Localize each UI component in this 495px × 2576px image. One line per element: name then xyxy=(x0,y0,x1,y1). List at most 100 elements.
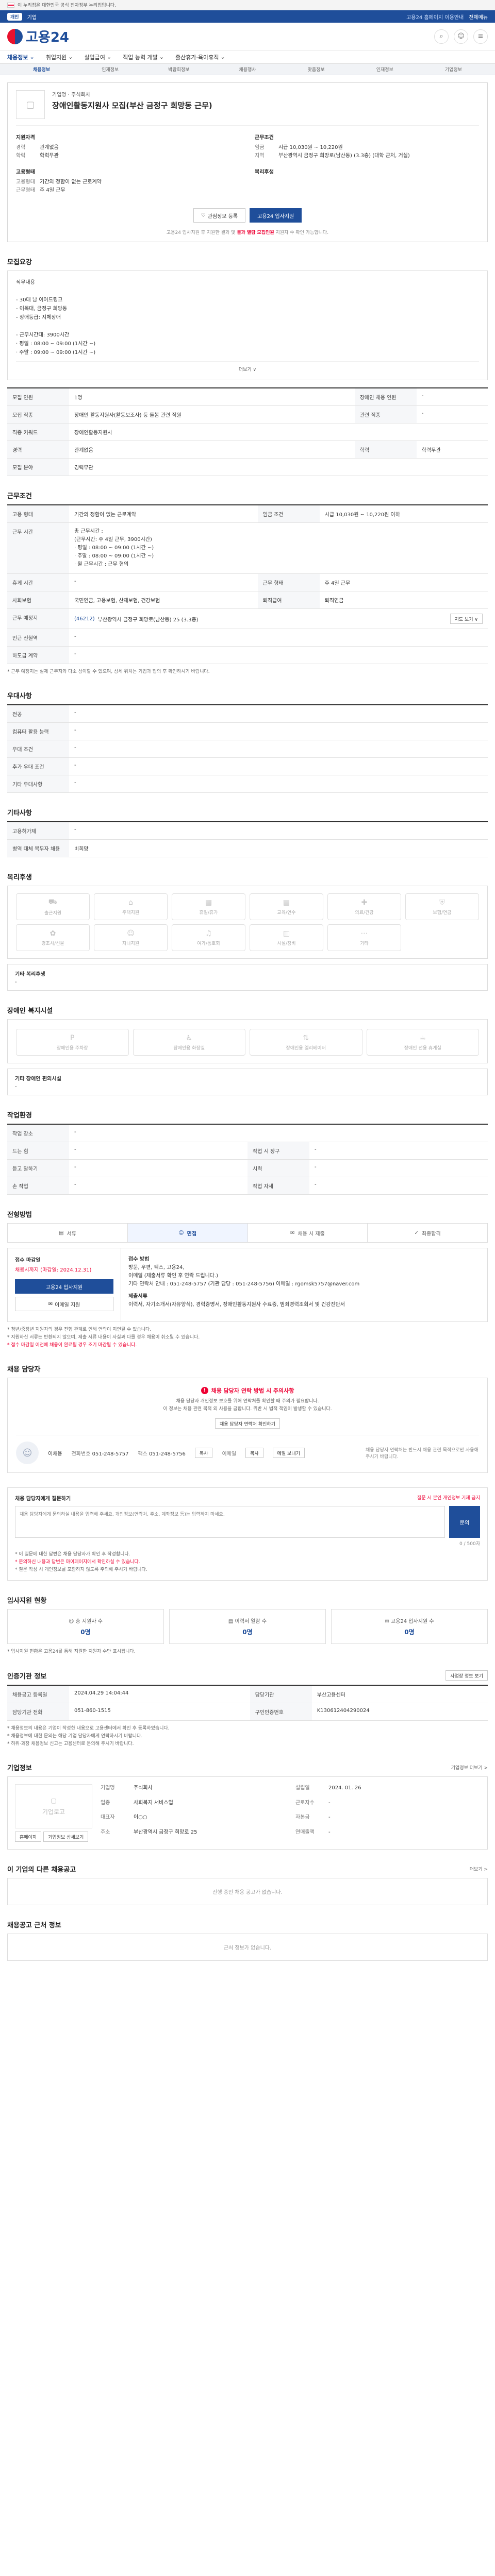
chevron-down-icon: ⌄ xyxy=(220,54,225,60)
step-item: ✉ 채용 시 제출 xyxy=(248,1224,368,1242)
contact-description: 채용 담당자 개인정보 보호를 위해 연락처를 확인할 때 주의가 필요합니다.… xyxy=(163,1399,332,1412)
copy-email-button[interactable]: 복사 xyxy=(245,1448,263,1458)
work-note: * 근무 예정지는 실제 근무지와 다소 상이할 수 있으며, 상세 위치는 기… xyxy=(7,669,210,674)
medical-icon: ✚ xyxy=(361,898,368,907)
inquiry-notes: * 이 질문에 대한 답변은 채용 담당자가 확인 후 작성합니다. * 문의하… xyxy=(15,1552,147,1572)
section-title: 작업환경 xyxy=(7,1112,32,1120)
summary-block-conditions: 근무조건 임금 시급 10,030원 ~ 10,220원 지역 부산광역시 금정구 … xyxy=(255,135,410,159)
section-title: 복리후생 xyxy=(7,874,32,882)
check-contact-button[interactable]: 채용 담당자 연락처 확인하기 xyxy=(215,1418,280,1429)
search-icon[interactable]: ⌕ xyxy=(434,29,449,44)
inquiry-warning: 질문 시 본인 개인정보 기재 금지 xyxy=(417,1496,480,1501)
stat-item: ▤ 이력서 열람 수 0명 xyxy=(169,1609,326,1644)
preference-table: 전공 - 컴퓨터 활용 능력 - 우대 조건 - 추가 우대 조건 - 기타 우대사항 - xyxy=(7,704,488,793)
full-menu-link[interactable]: 전체메뉴 xyxy=(469,13,488,21)
welfare-item: ▥ 시설/장비 xyxy=(250,924,323,951)
lounge-icon: ☕ xyxy=(419,1033,426,1042)
nearby-section: 채용공고 근처 정보 근처 정보가 없습니다. xyxy=(7,1920,488,1961)
email-apply-button[interactable]: ✉ 이메일 지원 xyxy=(15,1297,113,1311)
site-logo[interactable]: 고용24 xyxy=(7,27,69,46)
document-icon: ▤ xyxy=(58,1230,64,1236)
tab-individual[interactable]: 개인 xyxy=(7,12,22,21)
job-summary-card: ▢ 기업명 · 주식회사 장애인활동지원사 모집(부산 금정구 희망동 근무) … xyxy=(7,82,488,242)
apply-button[interactable]: 고용24 입사지원 xyxy=(250,208,302,223)
guide-link[interactable]: 고용24 홈페이지 이용안내 xyxy=(406,13,464,21)
gnb-item-training[interactable]: 직업 능력 개발 ⌄ xyxy=(123,53,164,61)
house-icon: ⌂ xyxy=(128,898,133,907)
summary-block-qualification: 지원자격 경력 관계없음 학력 학력무관 xyxy=(16,135,59,159)
inquiry-textarea[interactable] xyxy=(15,1506,445,1538)
chevron-down-icon: ⌄ xyxy=(106,54,112,60)
facility-item: ☕ 장애인 전용 휴게실 xyxy=(366,1029,479,1056)
char-count: 0 / 500자 xyxy=(459,1541,480,1547)
lnb-item-3[interactable]: 채용행사 xyxy=(213,66,282,73)
section-title: 이 기업의 다른 채용공고 xyxy=(7,1866,76,1874)
heart-icon: ♡ xyxy=(201,212,206,218)
gnb-item-support[interactable]: 취업지원 ⌄ xyxy=(46,53,73,61)
alert-icon: ! xyxy=(201,1387,208,1394)
lnb-item-6[interactable]: 기업정보 xyxy=(419,66,488,73)
inquiry-section: 채용 담당자에게 질문하기 질문 시 본인 개인정보 기재 금지 문의 0 / 5… xyxy=(7,1487,488,1581)
mail-icon: ✉ xyxy=(48,1301,53,1307)
recruit-description: 직무내용 - 30대 남 이어드링크 - 이목대, 금정구 희망동 - 장애등급… xyxy=(16,280,96,355)
contact-name: 이채용 xyxy=(48,1451,62,1457)
lnb-item-5[interactable]: 인재정보 xyxy=(351,66,419,73)
etc-icon: ⋯ xyxy=(360,929,368,938)
homepage-button[interactable]: 홈페이지 xyxy=(15,1832,42,1842)
leisure-icon: ♫ xyxy=(205,929,212,938)
etc-section: 기타사항 고용허가제 - 병역 대체 복무자 채용 비희망 xyxy=(7,807,488,857)
submit-icon: ✉ xyxy=(290,1230,295,1236)
korea-flag-icon xyxy=(7,2,14,8)
user-icon[interactable]: ☺ xyxy=(454,29,468,44)
section-title: 모집요강 xyxy=(7,259,32,266)
inquiry-submit-button[interactable]: 문의 xyxy=(449,1506,480,1538)
gnb-item-benefit[interactable]: 실업급여 ⌄ xyxy=(84,53,111,61)
section-title: 채용 담당자 xyxy=(7,1366,41,1374)
gnb-item-leave[interactable]: 출산휴가·육아휴직 ⌄ xyxy=(175,53,225,61)
step-item: ☺ 면접 xyxy=(127,1224,248,1242)
lnb-item-4[interactable]: 맞춤정보 xyxy=(282,66,351,73)
map-toggle-button[interactable]: 지도 보기 ∨ xyxy=(450,614,483,624)
process-steps: ▤ 서류 ☺ 면접 ✉ 채용 시 제출 ✓ 최종합격 xyxy=(7,1223,488,1243)
agency-table: 채용공고 등록일 2024.04.29 14:04:44 담당기관 부산고용센터 담당… xyxy=(7,1685,488,1721)
company-detail-button[interactable]: 기업정보 상세보기 xyxy=(43,1832,89,1842)
lnb-item-1[interactable]: 인재정보 xyxy=(76,66,144,73)
stat-item: ☺ 총 지원자 수 0명 xyxy=(7,1609,164,1644)
section-title: 기업정보 xyxy=(7,1765,32,1772)
company-info: 기업명 주식회사 설립일 2024. 01. 26 업종 사회복지 서비스업 근로자수… xyxy=(101,1785,361,1835)
apply-box: 접수 마감일 채용시까지 (마감일: 2024.12.31) 고용24 입사지원… xyxy=(7,1248,488,1322)
lnb-item-0[interactable]: 채용정보 xyxy=(7,66,76,73)
gov-banner-text: 이 누리집은 대한민국 공식 전자정부 누리집입니다. xyxy=(18,3,117,8)
copy-phone-button[interactable]: 복사 xyxy=(194,1448,213,1458)
facility-grid: P 장애인용 주차장 ♿ 장애인용 화장실 ⇅ 장애인용 엘리베이터 ☕ 장애인 전용 … xyxy=(16,1029,479,1056)
more-button[interactable]: 더보기 ∨ xyxy=(239,366,256,372)
recruit-section: 모집요강 직무내용 - 30대 남 이어드링크 - 이목대, 금정구 희망동 -… xyxy=(7,257,488,476)
save-interest-button[interactable]: ♡ 관심정보 등록 xyxy=(193,208,246,223)
lnb-item-2[interactable]: 박람회정보 xyxy=(144,66,213,73)
apply-button-secondary[interactable]: 고용24 입사지원 xyxy=(15,1279,113,1294)
company-more-link[interactable]: 기업정보 더보기 > xyxy=(451,1764,488,1771)
welfare-item: ⋯ 기타 xyxy=(327,924,401,951)
send-mail-button[interactable]: 메일 보내기 xyxy=(272,1448,305,1458)
gov-banner: 이 누리집은 대한민국 공식 전자정부 누리집입니다. xyxy=(0,0,495,10)
welfare-item: ⛟ 출근지원 xyxy=(16,893,90,920)
welfare-item: ♫ 여가/동호회 xyxy=(172,924,245,951)
deadline-value: 채용시까지 (마감일: 2024.12.31) xyxy=(15,1267,92,1273)
company-logo: ▢ 기업로고 xyxy=(15,1784,92,1828)
building-icon: ▥ xyxy=(283,929,290,938)
other-jobs-more-link[interactable]: 더보기 > xyxy=(470,1866,488,1872)
section-title: 우대사항 xyxy=(7,692,32,700)
sub-navigation: 채용정보 인재정보 박람회정보 채용행사 맞춤정보 인재정보 기업정보 xyxy=(0,64,495,75)
workplace-info-button[interactable]: 사업장 정보 보기 xyxy=(446,1670,488,1681)
gnb-item-jobs[interactable]: 채용정보 ⌄ xyxy=(7,53,35,61)
parking-icon: P xyxy=(70,1033,75,1042)
welfare-other: 기타 복리후생 - xyxy=(7,964,488,991)
tab-company[interactable]: 기업 xyxy=(27,13,37,21)
section-title: 채용공고 근처 정보 xyxy=(7,1922,61,1929)
gift-icon: ✿ xyxy=(50,929,56,938)
menu-icon[interactable]: ≡ xyxy=(473,29,488,44)
site-header: 고용24 ⌕ ☺ ≡ xyxy=(0,23,495,50)
bus-icon: ⛟ xyxy=(48,897,58,906)
welfare-item: ☺ 자녀지원 xyxy=(94,924,168,951)
recruit-table: 모집 인원 1명 장애인 채용 인원 - 모집 직종 장애인 활동지원사(활동보조사) … xyxy=(7,387,488,476)
